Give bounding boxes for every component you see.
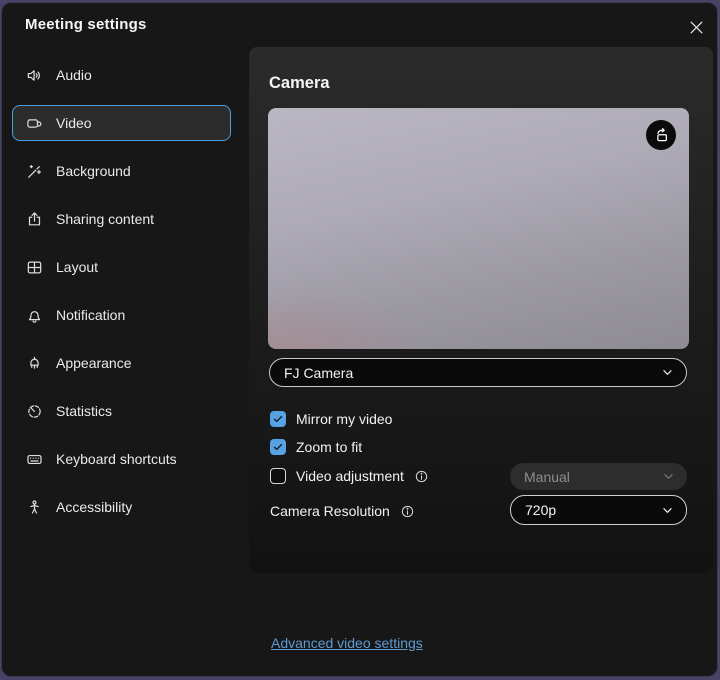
camera-preview: [268, 108, 689, 349]
sidebar-item-background[interactable]: Background: [12, 153, 231, 189]
video-adjustment-label: Video adjustment: [296, 468, 404, 484]
sidebar-item-accessibility[interactable]: Accessibility: [12, 489, 231, 525]
camera-settings-panel: Camera FJ Camera Mirror my video: [249, 47, 713, 573]
sidebar-item-label: Notification: [56, 307, 125, 323]
zoom-to-fit-label: Zoom to fit: [296, 439, 362, 455]
person-icon: [26, 499, 43, 516]
dialog-title: Meeting settings: [25, 16, 147, 33]
sidebar-item-sharing-content[interactable]: Sharing content: [12, 201, 231, 237]
sidebar-item-label: Audio: [56, 67, 92, 83]
chevron-down-icon: [661, 366, 674, 379]
zoom-to-fit-checkbox[interactable]: [270, 439, 286, 455]
info-icon[interactable]: [400, 504, 415, 519]
sidebar-item-label: Statistics: [56, 403, 112, 419]
paintbrush-icon: [26, 355, 43, 372]
sidebar-item-layout[interactable]: Layout: [12, 249, 231, 285]
share-icon: [26, 211, 43, 228]
sidebar-item-label: Keyboard shortcuts: [56, 451, 177, 467]
grid-icon: [26, 259, 43, 276]
sidebar-item-label: Layout: [56, 259, 98, 275]
flip-camera-icon: [653, 127, 670, 144]
info-icon[interactable]: [414, 469, 429, 484]
gauge-icon: [26, 403, 43, 420]
mirror-video-checkbox[interactable]: [270, 411, 286, 427]
check-icon: [272, 441, 284, 453]
chevron-down-icon: [661, 504, 674, 517]
sidebar-item-label: Accessibility: [56, 499, 132, 515]
close-icon: [689, 20, 704, 35]
camera-resolution-label: Camera Resolution: [270, 503, 390, 519]
camera-resolution-row: Camera Resolution: [270, 501, 415, 521]
keyboard-icon: [26, 451, 43, 468]
sidebar-item-label: Sharing content: [56, 211, 154, 227]
video-camera-icon: [26, 115, 43, 132]
bell-icon: [26, 307, 43, 324]
flip-camera-button[interactable]: [646, 120, 676, 150]
video-adjustment-select: Manual: [510, 463, 687, 490]
sidebar: Audio Video Background Sha: [2, 49, 249, 676]
sidebar-item-audio[interactable]: Audio: [12, 57, 231, 93]
camera-section-heading: Camera: [269, 74, 330, 93]
close-button[interactable]: [684, 15, 708, 39]
check-icon: [272, 413, 284, 425]
sidebar-item-notification[interactable]: Notification: [12, 297, 231, 333]
sidebar-item-appearance[interactable]: Appearance: [12, 345, 231, 381]
chevron-down-icon: [662, 470, 675, 483]
zoom-to-fit-row: Zoom to fit: [270, 437, 362, 457]
sidebar-item-keyboard-shortcuts[interactable]: Keyboard shortcuts: [12, 441, 231, 477]
video-adjustment-select-value: Manual: [524, 469, 570, 485]
sidebar-item-label: Video: [56, 115, 92, 131]
sidebar-item-label: Appearance: [56, 355, 132, 371]
speaker-icon: [26, 67, 43, 84]
sidebar-item-statistics[interactable]: Statistics: [12, 393, 231, 429]
mirror-video-row: Mirror my video: [270, 409, 392, 429]
video-adjustment-checkbox[interactable]: [270, 468, 286, 484]
camera-resolution-select-value: 720p: [525, 502, 556, 518]
camera-select[interactable]: FJ Camera: [269, 358, 687, 387]
advanced-video-settings-link[interactable]: Advanced video settings: [271, 635, 423, 651]
camera-resolution-select[interactable]: 720p: [510, 495, 687, 525]
camera-select-value: FJ Camera: [284, 365, 353, 381]
magic-wand-icon: [26, 163, 43, 180]
mirror-video-label: Mirror my video: [296, 411, 392, 427]
meeting-settings-dialog: Meeting settings Audio Video: [1, 2, 718, 677]
sidebar-item-video[interactable]: Video: [12, 105, 231, 141]
video-adjustment-row: Video adjustment: [270, 466, 429, 486]
sidebar-item-label: Background: [56, 163, 131, 179]
